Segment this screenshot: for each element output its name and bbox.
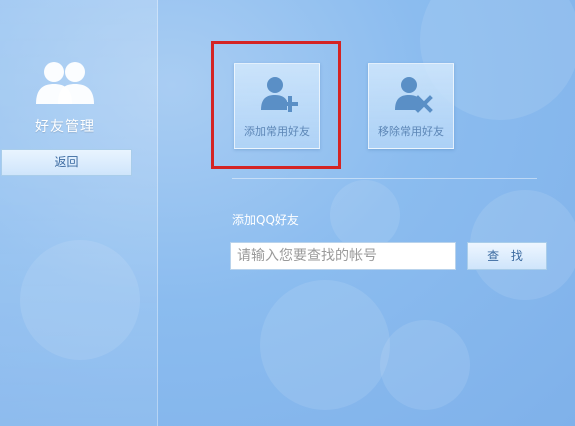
- search-button[interactable]: 查 找: [467, 242, 547, 270]
- bokeh-decoration: [330, 180, 400, 250]
- account-search-input[interactable]: [230, 242, 456, 270]
- bokeh-decoration: [380, 320, 470, 410]
- remove-frequent-friend-label: 移除常用好友: [378, 125, 444, 138]
- sidebar-title: 好友管理: [35, 119, 95, 135]
- sidebar: 好友管理 返回: [0, 0, 158, 426]
- remove-user-icon: [395, 77, 433, 113]
- remove-frequent-friend-button[interactable]: 移除常用好友: [368, 63, 454, 149]
- divider: [232, 178, 537, 179]
- friends-icon: [36, 62, 94, 104]
- highlight-box: [211, 41, 341, 169]
- bokeh-decoration: [260, 280, 390, 410]
- back-button[interactable]: 返回: [1, 149, 132, 176]
- add-qq-friend-label: 添加QQ好友: [232, 213, 299, 227]
